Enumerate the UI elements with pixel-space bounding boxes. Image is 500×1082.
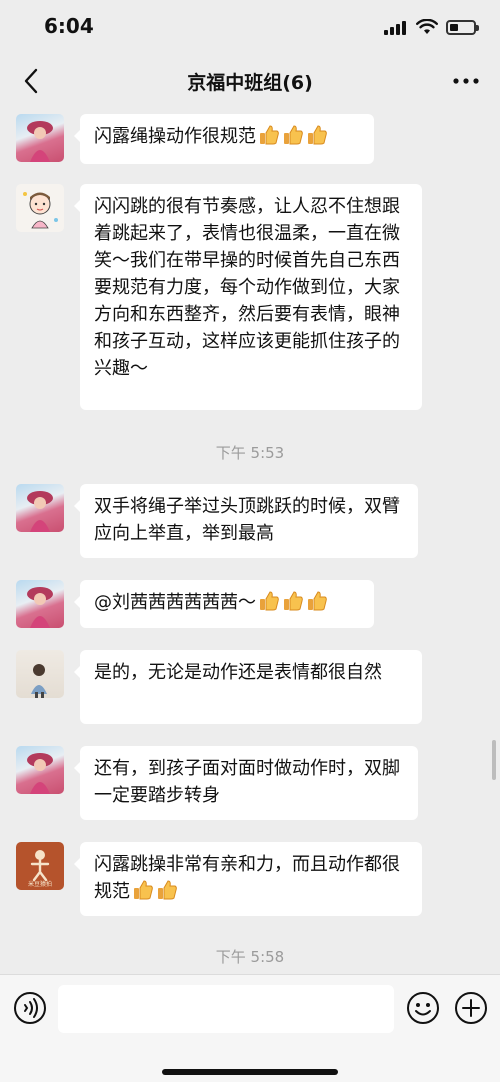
voice-icon [14,992,46,1024]
avatar-member-cartoon[interactable] [16,184,64,232]
avatar-member-orange[interactable]: 米豆猿拍 [16,842,64,890]
message-row: 闪露绳操动作很规范 [0,114,500,164]
thumbs-up-icon [134,880,153,900]
chevron-left-icon [24,68,38,94]
scrollbar[interactable] [492,740,496,780]
avatar-member-woman[interactable] [16,114,64,162]
avatar-caption: 米豆猿拍 [27,881,52,888]
thumbs-up-emojis [130,880,178,902]
home-indicator [162,1069,338,1075]
chat-title: 京福中班组(6) [187,72,313,94]
voice-button[interactable] [13,991,47,1025]
message-bubble[interactable]: 闪露跳操非常有亲和力，而且动作都很规范 [74,842,422,916]
more-button[interactable] [446,64,486,98]
nav-bar: 京福中班组(6) [0,54,500,108]
more-functions-button[interactable] [454,991,488,1025]
thumbs-up-icon [308,125,327,145]
message-bubble[interactable]: @刘茜茜茜茜茜茜～ [74,580,374,628]
input-bar [0,974,500,1082]
plus-icon [455,992,487,1024]
status-icons [384,17,479,37]
time-divider: 下午 5:58 [215,948,285,966]
status-time: 6:04 [44,14,94,38]
thumbs-up-icon [158,880,177,900]
smiley-icon [407,992,439,1024]
thumbs-up-icon [260,591,279,611]
emoji-button[interactable] [406,991,440,1025]
battery-icon [446,19,479,35]
thumbs-up-emojis [256,125,328,147]
avatar-member-woman[interactable] [16,580,64,628]
chat-list[interactable]: 闪露绳操动作很规范 闪闪跳的很有节奏感，让人忍不住想跟着跳起来了，表情也很温柔，… [0,108,500,974]
time-divider: 下午 5:53 [215,444,285,462]
message-bubble[interactable]: 闪闪跳的很有节奏感，让人忍不住想跟着跳起来了，表情也很温柔，一直在微笑～我们在带… [74,184,422,410]
message-bubble[interactable]: 还有，到孩子面对面时做动作时，双脚一定要踏步转身 [74,746,418,820]
thumbs-up-icon [260,125,279,145]
message-bubble[interactable]: 闪露绳操动作很规范 [74,114,374,164]
more-dots-icon [453,78,479,84]
message-input[interactable] [58,985,394,1033]
message-bubble[interactable]: 双手将绳子举过头顶跳跃的时候，双臂应向上举直，举到最高 [74,484,418,558]
thumbs-up-emojis [256,591,328,613]
avatar-member-woman[interactable] [16,746,64,794]
thumbs-up-icon [284,591,303,611]
message-bubble[interactable]: 是的，无论是动作还是表情都很自然 [74,650,422,724]
back-button[interactable] [14,64,50,98]
thumbs-up-icon [308,591,327,611]
wifi-icon [416,19,438,34]
status-bar: 6:04 [0,0,500,54]
avatar-member-child[interactable] [16,650,64,698]
avatar-member-woman[interactable] [16,484,64,532]
thumbs-up-icon [284,125,303,145]
cellular-signal-icon [384,19,408,35]
